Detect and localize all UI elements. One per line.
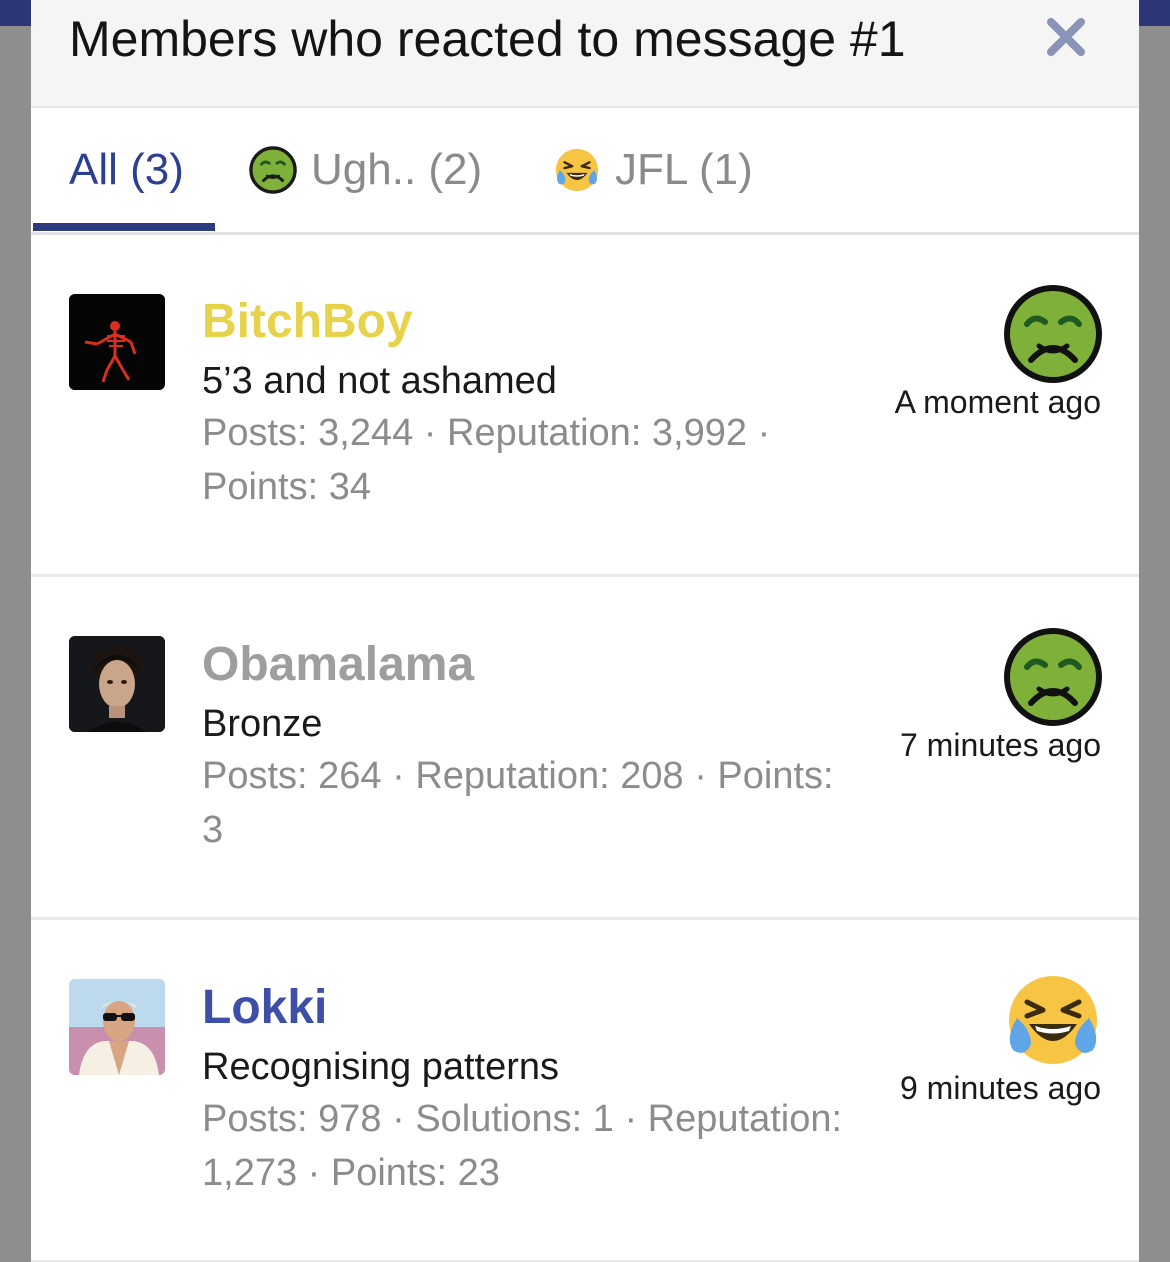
sunglasses-portrait-avatar-icon <box>69 979 165 1075</box>
reaction-time: 7 minutes ago <box>899 727 1101 763</box>
user-title: Bronze <box>202 703 323 745</box>
reactions-modal: Members who reacted to message #1 All (3… <box>31 0 1139 1262</box>
user-title: 5’3 and not ashamed <box>202 360 557 402</box>
nauseated-face-icon <box>1004 285 1102 383</box>
user-stats: Posts: 978 · Solutions: 1 · Reputation: … <box>202 1092 882 1200</box>
close-icon <box>1047 18 1085 56</box>
portrait-avatar-icon <box>69 636 165 732</box>
tab-all[interactable]: All (3) <box>69 108 184 232</box>
tears-of-joy-icon <box>555 148 599 192</box>
stats-line: Posts: 3,244 · Reputation: 3,992 · <box>202 412 771 454</box>
member-row: Obamalama Bronze Posts: 264 · Reputation… <box>31 577 1139 920</box>
reaction-time: 9 minutes ago <box>899 1070 1101 1106</box>
user-title: Recognising patterns <box>202 1046 559 1088</box>
stats-line: Posts: 978 · Solutions: 1 · Reputation: <box>202 1098 843 1140</box>
member-row: Lokki Recognising patterns Posts: 978 · … <box>31 920 1139 1262</box>
user-stats: Posts: 3,244 · Reputation: 3,992 · Point… <box>202 406 882 514</box>
reaction-tabs: All (3) Ugh.. (2) JFL (1) <box>31 108 1139 235</box>
nauseated-face-icon <box>249 146 297 194</box>
tears-of-joy-icon <box>1009 976 1097 1064</box>
avatar[interactable] <box>69 979 165 1075</box>
tab-jfl[interactable]: JFL (1) <box>553 108 753 232</box>
tab-ugh[interactable]: Ugh.. (2) <box>249 108 482 232</box>
member-row: BitchBoy 5’3 and not ashamed Posts: 3,24… <box>31 234 1139 577</box>
stats-line: Points: 34 <box>202 466 371 508</box>
avatar[interactable] <box>69 636 165 732</box>
tab-label: All (3) <box>69 145 184 194</box>
nauseated-face-icon <box>1004 628 1102 726</box>
reaction-time: A moment ago <box>894 384 1101 420</box>
user-stats: Posts: 264 · Reputation: 208 · Points: 3 <box>202 749 882 857</box>
username-link[interactable]: Obamalama <box>202 637 474 692</box>
username-link[interactable]: Lokki <box>202 980 327 1035</box>
close-button[interactable] <box>1041 12 1091 62</box>
stats-line: 3 <box>202 809 224 851</box>
skeleton-avatar-icon <box>69 294 165 390</box>
modal-title: Members who reacted to message #1 <box>69 11 906 67</box>
avatar[interactable] <box>69 294 165 390</box>
stats-line: Posts: 264 · Reputation: 208 · Points: <box>202 755 834 797</box>
stats-line: 1,273 · Points: 23 <box>202 1152 500 1194</box>
active-tab-indicator <box>33 223 215 231</box>
tab-label: Ugh.. (2) <box>311 145 483 194</box>
username-link[interactable]: BitchBoy <box>202 294 413 349</box>
modal-header: Members who reacted to message #1 <box>31 0 1139 108</box>
tab-label: JFL (1) <box>615 145 753 194</box>
